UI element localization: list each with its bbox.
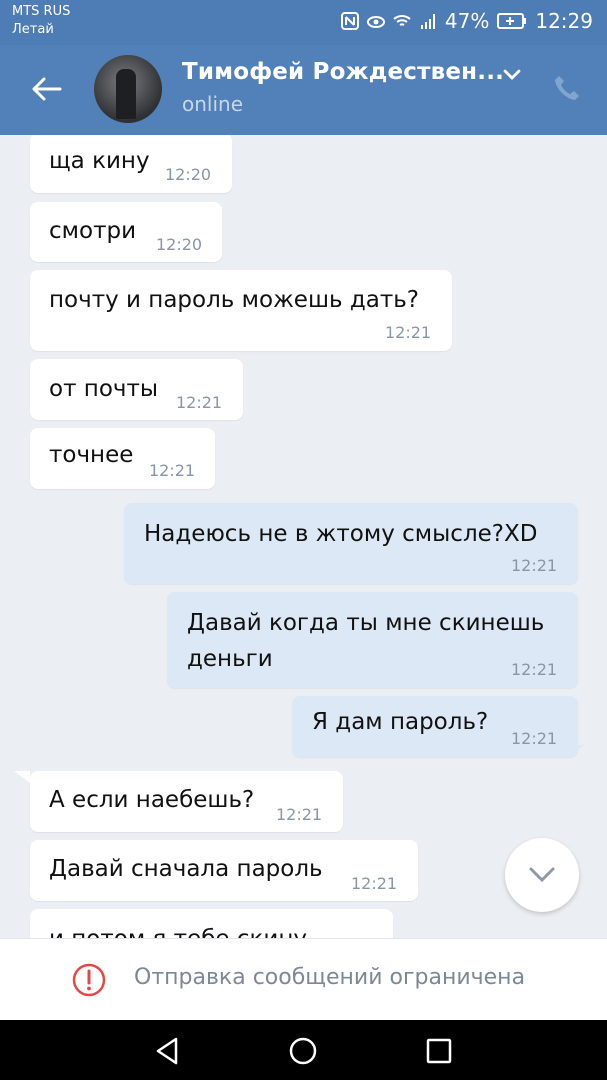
- nav-back-icon[interactable]: [152, 1035, 184, 1067]
- nfc-icon: [340, 12, 359, 30]
- warning-icon: [72, 963, 106, 997]
- phone-icon[interactable]: [552, 73, 582, 103]
- message-time: 12:20: [165, 165, 212, 184]
- bubble-tail: [14, 771, 30, 783]
- scroll-down-icon: [529, 867, 555, 883]
- message-time: 12:20: [156, 235, 203, 254]
- message-text: и потом я тебе скину: [49, 922, 307, 938]
- message-bubble-outgoing[interactable]: Давай когда ты мне скинешь деньги 12:21: [167, 592, 578, 688]
- nav-home-icon[interactable]: [287, 1035, 319, 1067]
- message-time: 12:21: [511, 729, 558, 748]
- carrier-slogan: Летай: [12, 22, 54, 37]
- message-text: ща кину: [49, 148, 150, 174]
- message-text-line1: Давай когда ты мне скинешь: [187, 610, 545, 636]
- message-time: 12:21: [276, 805, 323, 824]
- message-time: 12:21: [176, 393, 223, 412]
- message-text: Давай сначала пароль: [49, 856, 323, 882]
- chevron-down-icon[interactable]: [500, 63, 524, 87]
- clock: 12:29: [535, 9, 593, 33]
- scroll-down-button[interactable]: [505, 838, 579, 912]
- message-text: А если наебешь?: [49, 787, 255, 813]
- nav-recent-icon[interactable]: [423, 1035, 455, 1067]
- carrier-name: MTS RUS: [12, 4, 71, 19]
- wifi-icon: [393, 15, 411, 26]
- message-time: 12:21: [511, 660, 558, 679]
- message-bubble-incoming[interactable]: точнее 12:21: [30, 428, 215, 489]
- message-text-line2: деньги: [187, 646, 273, 672]
- message-bubble-outgoing[interactable]: Надеюсь не в жтому смысле?XD 12:21: [124, 503, 578, 584]
- contact-status: online: [182, 92, 244, 116]
- message-bubble-incoming[interactable]: почту и пароль можешь дать? 12:21: [30, 270, 452, 351]
- message-bubble-incoming[interactable]: и потом я тебе скину: [30, 909, 393, 938]
- restriction-notice: Отправка сообщений ограничена: [0, 938, 607, 1021]
- signal-icon: [420, 14, 435, 29]
- message-bubble-incoming[interactable]: смотри 12:20: [30, 202, 222, 262]
- message-text: почту и пароль можешь дать?: [49, 287, 420, 313]
- restriction-text: Отправка сообщений ограничена: [134, 965, 526, 990]
- message-bubble-incoming[interactable]: от почты 12:21: [30, 359, 243, 420]
- status-bar: MTS RUS Летай 47% 12:29: [0, 0, 607, 45]
- message-bubble-incoming[interactable]: Давай сначала пароль 12:21: [30, 840, 418, 901]
- battery-percent: 47%: [444, 9, 490, 33]
- message-time: 12:21: [351, 874, 398, 893]
- contact-name[interactable]: Тимофей Рождествен...: [182, 59, 504, 85]
- message-list[interactable]: ща кину 12:20 смотри 12:20 почту и парол…: [0, 135, 607, 938]
- system-nav-bar: [0, 1020, 607, 1080]
- status-icons: 47% 12:29: [340, 9, 593, 33]
- message-text: точнее: [49, 442, 134, 468]
- message-text: от почты: [49, 376, 159, 402]
- eye-icon: [366, 16, 385, 28]
- battery-icon: [497, 13, 527, 29]
- message-text: Я дам пароль?: [312, 709, 489, 735]
- message-text: смотри: [49, 218, 137, 244]
- message-time: 12:21: [385, 323, 432, 342]
- message-text: Надеюсь не в жтому смысле?XD: [144, 521, 538, 547]
- back-arrow-icon[interactable]: [28, 71, 64, 107]
- message-time: 12:21: [511, 556, 558, 575]
- message-time: 12:21: [149, 461, 196, 480]
- message-bubble-outgoing[interactable]: Я дам пароль? 12:21: [292, 696, 584, 757]
- message-bubble-incoming[interactable]: А если наебешь? 12:21: [14, 771, 343, 832]
- message-bubble-incoming[interactable]: ща кину 12:20: [30, 135, 232, 193]
- bubble-tail: [568, 745, 584, 757]
- chat-header: Тимофей Рождествен... online: [0, 45, 607, 135]
- avatar[interactable]: [94, 55, 162, 123]
